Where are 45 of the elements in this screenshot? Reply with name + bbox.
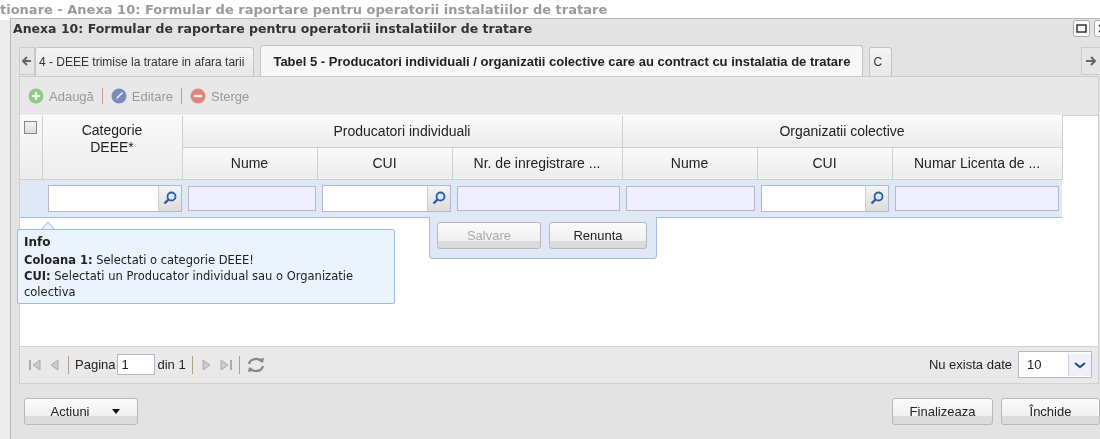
column-header[interactable]: Nr. de inregistrare ...	[452, 147, 622, 180]
tab[interactable]: Tabel 5 - Producatori individuali / organizatii colective care au contract cu instalatia de tratare	[260, 45, 864, 77]
plus-icon	[28, 88, 44, 105]
scroll-left-icon[interactable]	[19, 47, 35, 76]
column-group-header: Organizatii colective	[622, 115, 1062, 148]
chevron-down-icon	[1068, 353, 1091, 376]
actions-button[interactable]: Actiuni	[24, 397, 138, 425]
paging-status: Nu exista date	[928, 357, 1012, 373]
scroll-right-icon[interactable]	[1081, 47, 1100, 76]
tab[interactable]: 4 - DEEE trimise la tratare in afara tarii	[35, 47, 255, 77]
page-size-dropdown[interactable]: 10	[1018, 351, 1092, 379]
footer-button[interactable]: Închide	[1001, 397, 1100, 425]
column-header[interactable]: CUI	[757, 147, 892, 180]
tooltip-title: Info	[24, 233, 52, 250]
lookup-field[interactable]	[322, 184, 451, 212]
page-label: Pagina	[75, 357, 116, 373]
first-page-icon[interactable]	[28, 357, 42, 372]
column-header[interactable]: Categorie DEEE*	[42, 115, 182, 180]
search-icon	[870, 191, 885, 206]
last-page-icon[interactable]	[218, 357, 233, 372]
page-number-field[interactable]: 1	[117, 354, 156, 376]
minus-icon	[190, 88, 207, 105]
window-title: Anexa 10: Formular de raportare pentru operatorii instalatiilor de tratare	[13, 21, 534, 37]
footer-button[interactable]: Finalizeaza	[892, 397, 993, 425]
refresh-icon[interactable]	[245, 355, 266, 374]
page-count: din 1	[157, 357, 186, 373]
lookup-field[interactable]	[47, 184, 182, 212]
column-header[interactable]: CUI	[317, 147, 452, 180]
search-icon	[162, 191, 177, 206]
search-icon	[431, 191, 446, 206]
select-all-checkbox[interactable]	[24, 120, 38, 134]
column-header[interactable]: Nume	[182, 147, 317, 180]
column-group-header: Producatori individuali	[182, 115, 622, 148]
tooltip-text: Coloana 1: Selectati o categorie DEEE!	[24, 251, 255, 268]
caret-icon	[111, 408, 120, 414]
row-editor-button[interactable]: Renunta	[549, 221, 647, 249]
tab[interactable]: C	[869, 47, 893, 77]
background-window-title: tionare - Anexa 10: Formular de raportare pentru operatorii instalatiilor de tratare	[0, 2, 608, 17]
previous-page-icon[interactable]	[48, 357, 62, 372]
column-header[interactable]: Numar Licenta de ...	[892, 147, 1062, 180]
pencil-icon	[110, 88, 127, 105]
tooltip-text: CUI: Selectati un Producator individual sau o Organizatie colectiva	[24, 267, 354, 300]
column-header[interactable]: Nume	[622, 147, 757, 180]
maximize-icon[interactable]	[1073, 20, 1090, 38]
lookup-field[interactable]	[760, 184, 890, 212]
